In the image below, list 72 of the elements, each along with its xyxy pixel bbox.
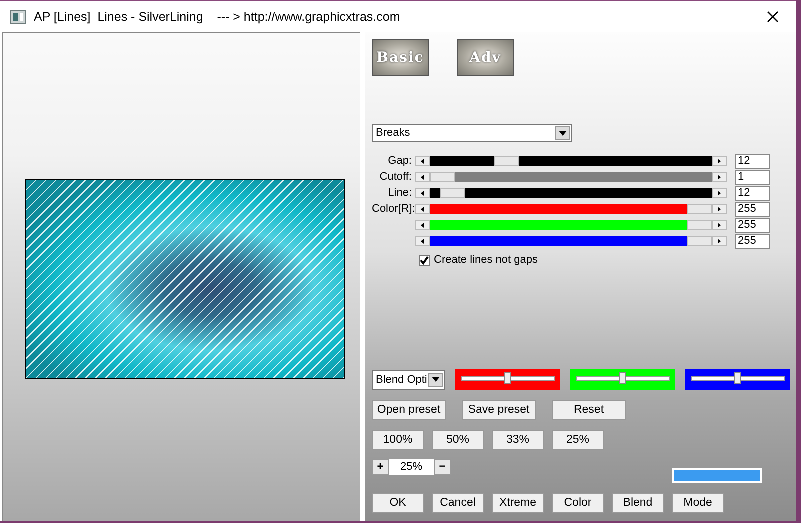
slider-thumb[interactable]: [619, 372, 626, 384]
slider-label: Gap:: [387, 155, 412, 167]
preset-button[interactable]: Save preset: [462, 400, 536, 420]
value-field[interactable]: 12: [735, 186, 770, 200]
left-arrow-icon: [421, 238, 424, 244]
slider-thumb[interactable]: [687, 204, 712, 214]
slider-thumb[interactable]: [430, 172, 455, 182]
window-title: AP [Lines] Lines - SilverLining --- > http://www.graphicxtras.com: [34, 10, 402, 24]
blend-dropdown[interactable]: Blend Opti: [372, 370, 445, 390]
action-button[interactable]: OK: [372, 493, 424, 513]
action-button[interactable]: Xtreme: [492, 493, 544, 513]
slider-label: Cutoff:: [378, 171, 412, 183]
slider-thumb[interactable]: [687, 220, 712, 230]
right-arrow-icon: [718, 238, 721, 244]
caret-icon: [558, 130, 566, 136]
checkbox[interactable]: [419, 254, 430, 266]
scroll-left-button[interactable]: [415, 188, 430, 198]
right-arrow-icon: [718, 174, 721, 180]
right-arrow-icon: [718, 222, 721, 228]
action-button[interactable]: Color: [552, 493, 604, 513]
value-field[interactable]: 255: [735, 234, 770, 248]
left-arrow-icon: [421, 222, 424, 228]
effect-dropdown[interactable]: Breaks: [372, 124, 572, 142]
channel-slider[interactable]: [570, 369, 675, 390]
preset-button[interactable]: Open preset: [372, 400, 446, 420]
right-arrow-icon: [718, 190, 721, 196]
slider-label: Line:: [387, 187, 412, 199]
action-button[interactable]: Blend: [612, 493, 664, 513]
value-field[interactable]: 255: [735, 202, 770, 216]
right-arrow-icon: [718, 206, 721, 212]
slider-label: Color[R]:: [372, 203, 412, 215]
scroll-left-button[interactable]: [415, 236, 430, 246]
scroll-right-button[interactable]: [712, 156, 727, 166]
slider-thumb[interactable]: [440, 188, 466, 198]
zoom-button[interactable]: 25%: [552, 430, 604, 450]
caret-icon: [432, 377, 440, 382]
slider-thumb[interactable]: [687, 236, 712, 246]
zoom-field[interactable]: 25%: [389, 459, 434, 475]
scroll-right-button[interactable]: [712, 172, 727, 182]
slider-thumb[interactable]: [504, 372, 511, 384]
close-icon: [767, 10, 779, 22]
value-field[interactable]: 12: [735, 154, 770, 168]
scroll-right-button[interactable]: [712, 204, 727, 214]
scroll-right-button[interactable]: [712, 188, 727, 198]
scroll-left-button[interactable]: [415, 204, 430, 214]
zoom-button[interactable]: 50%: [432, 430, 484, 450]
left-arrow-icon: [421, 158, 424, 164]
scroll-right-button[interactable]: [712, 236, 727, 246]
scroll-right-button[interactable]: [712, 220, 727, 230]
left-arrow-icon: [421, 206, 424, 212]
scroll-left-button[interactable]: [415, 220, 430, 230]
action-button[interactable]: Mode: [672, 493, 724, 513]
channel-slider[interactable]: [455, 369, 560, 390]
channel-slider[interactable]: [685, 369, 790, 390]
zoom-button[interactable]: 100%: [372, 430, 424, 450]
checkbox-label: Create lines not gaps: [434, 254, 538, 266]
scroll-left-button[interactable]: [415, 156, 430, 166]
value-field[interactable]: 1: [735, 170, 770, 184]
zoom-in-button[interactable]: +: [372, 459, 389, 475]
value-field[interactable]: 255: [735, 218, 770, 232]
slider-thumb[interactable]: [494, 156, 520, 166]
preset-button[interactable]: Reset: [552, 400, 626, 420]
scroll-left-button[interactable]: [415, 172, 430, 182]
right-arrow-icon: [718, 158, 721, 164]
left-arrow-icon: [421, 174, 424, 180]
zoom-out-button[interactable]: −: [434, 459, 451, 475]
action-button[interactable]: Cancel: [432, 493, 484, 513]
app-icon: [10, 10, 26, 24]
check-icon: [420, 256, 429, 264]
zoom-button[interactable]: 33%: [492, 430, 544, 450]
slider-thumb[interactable]: [734, 372, 741, 384]
left-arrow-icon: [421, 190, 424, 196]
